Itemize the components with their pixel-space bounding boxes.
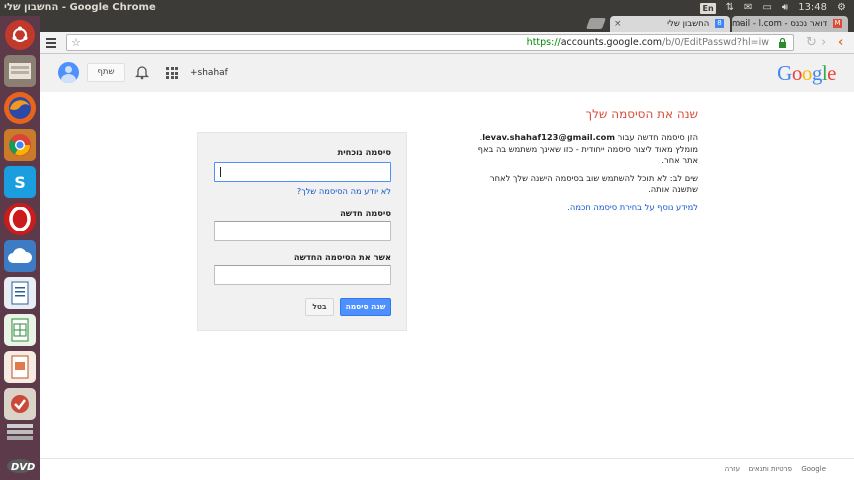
unity-launcher: S DVD xyxy=(0,16,40,480)
logo-letter: G xyxy=(777,61,792,85)
writer-icon[interactable] xyxy=(4,277,36,309)
desc-prefix: הזן סיסמה חדשה עבור xyxy=(615,132,698,142)
current-password-input[interactable] xyxy=(214,162,391,182)
bookmark-star-icon[interactable]: ☆ xyxy=(71,35,81,51)
ubuntu-dash-icon[interactable] xyxy=(5,20,35,50)
url-text: https://accounts.google.com/b/0/EditPass… xyxy=(527,35,769,51)
secure-lock-icon[interactable] xyxy=(778,38,787,48)
instructions-paragraph: הזן סיסמה חדשה עבור levav.shahaf123@gmai… xyxy=(476,132,698,167)
confirm-password-label: אשר את הסיסמה החדשה xyxy=(293,252,391,262)
tab-title: החשבון שלי xyxy=(667,19,710,29)
footer: Google פרטיות ותנאים עזרה xyxy=(40,458,854,480)
files-icon[interactable] xyxy=(4,55,36,87)
share-button[interactable]: שתף xyxy=(87,63,125,82)
change-password-form: סיסמה נוכחית לא יודע מה הסיסמה שלך? סיסמ… xyxy=(197,132,407,331)
page-title: שנה את הסיסמה שלך xyxy=(585,107,698,121)
dvd-icon[interactable]: DVD xyxy=(4,454,36,478)
settings-gear-icon[interactable]: ⚙ xyxy=(837,0,846,16)
new-password-label: סיסמה חדשה xyxy=(340,208,391,218)
browser-tab-strip: 8 החשבון שלי × M דואר נכנס - Gmail - l.c… xyxy=(40,16,854,32)
url-host: accounts.google.com xyxy=(560,37,663,48)
address-bar[interactable]: ☆ https://accounts.google.com/b/0/EditPa… xyxy=(66,34,794,51)
back-icon[interactable]: ‹ xyxy=(838,34,843,52)
window-title: החשבון שלי - Google Chrome xyxy=(4,2,156,13)
system-tray: En ⇅ ✉ ▭ 🔊︎ 13:48 ⚙ xyxy=(700,0,846,16)
avatar[interactable] xyxy=(58,62,79,83)
url-scheme: https:// xyxy=(526,37,561,48)
cancel-button[interactable]: בטל xyxy=(305,298,334,316)
new-password-input[interactable] xyxy=(214,221,391,241)
footer-privacy-link[interactable]: פרטיות ותנאים xyxy=(749,459,792,479)
footer-google-link[interactable]: Google xyxy=(801,459,826,479)
mail-icon[interactable]: ✉ xyxy=(744,0,752,16)
battery-icon[interactable]: ▭ xyxy=(762,0,771,16)
firefox-icon[interactable] xyxy=(4,92,36,124)
tab-my-account[interactable]: 8 החשבון שלי × xyxy=(610,16,730,32)
opera-icon[interactable] xyxy=(4,203,36,235)
new-tab-button[interactable] xyxy=(585,18,607,29)
logo-letter: o xyxy=(801,61,813,85)
browser-toolbar: ☆ https://accounts.google.com/b/0/EditPa… xyxy=(40,32,854,54)
svg-text:DVD: DVD xyxy=(11,462,35,473)
account-email: levav.shahaf123@gmail.com xyxy=(482,132,616,142)
notifications-bell-icon[interactable] xyxy=(135,64,149,80)
cloud-icon[interactable] xyxy=(4,240,36,272)
logo-letter: g xyxy=(811,61,823,85)
forgot-password-link[interactable]: לא יודע מה הסיסמה שלך? xyxy=(297,186,391,196)
footer-help-link[interactable]: עזרה xyxy=(725,459,740,479)
chrome-menu-icon[interactable] xyxy=(46,36,58,50)
close-tab-icon[interactable]: × xyxy=(736,16,744,32)
close-tab-icon[interactable]: × xyxy=(614,16,622,32)
reload-icon[interactable]: ↻ xyxy=(806,34,817,52)
skype-icon[interactable]: S xyxy=(4,166,36,198)
current-password-label: סיסמה נוכחית xyxy=(337,147,391,157)
logo-letter: o xyxy=(791,61,803,85)
url-path: /b/0/EditPasswd?hl=iw xyxy=(662,37,769,48)
chrome-icon[interactable] xyxy=(4,129,36,161)
google-logo[interactable]: Google xyxy=(777,61,836,86)
google-account-icon: 8 xyxy=(715,19,724,28)
clock[interactable]: 13:48 xyxy=(798,0,827,16)
apps-grid-icon[interactable] xyxy=(166,67,178,79)
system-top-panel: החשבון שלי - Google Chrome En ⇅ ✉ ▭ 🔊︎ 1… xyxy=(0,0,854,16)
learn-more-link[interactable]: למידע נוסף על בחירת סיסמה חכמה. xyxy=(567,202,698,212)
warning-paragraph: שים לב: לא תוכל להשתמש שוב בסיסמה הישנה … xyxy=(489,172,698,195)
confirm-password-input[interactable] xyxy=(214,265,391,285)
google-plus-user-link[interactable]: +shahaf xyxy=(190,54,228,92)
volume-icon[interactable]: 🔊︎ xyxy=(782,0,788,16)
calc-icon[interactable] xyxy=(4,314,36,346)
tab-gmail[interactable]: M דואר נכנס - Gmail - l.com × xyxy=(732,16,848,32)
workspace-switcher-icon[interactable] xyxy=(4,421,36,447)
instructions: הזן סיסמה חדשה עבור levav.shahaf123@gmai… xyxy=(476,132,698,219)
main-content: שנה את הסיסמה שלך הזן סיסמה חדשה עבור le… xyxy=(40,92,854,458)
gmail-icon: M xyxy=(833,19,842,28)
software-updater-icon[interactable] xyxy=(4,388,36,420)
tab-title: דואר נכנס - Gmail - l.com xyxy=(732,19,828,29)
change-password-button[interactable]: שנה סיסמה xyxy=(340,298,391,316)
impress-icon[interactable] xyxy=(4,351,36,383)
keyboard-layout-indicator[interactable]: En xyxy=(700,2,716,14)
forward-icon[interactable]: › xyxy=(821,34,826,52)
network-icon[interactable]: ⇅ xyxy=(726,0,734,16)
google-bar: שתף +shahaf Google xyxy=(40,54,854,92)
logo-letter: e xyxy=(827,61,836,85)
